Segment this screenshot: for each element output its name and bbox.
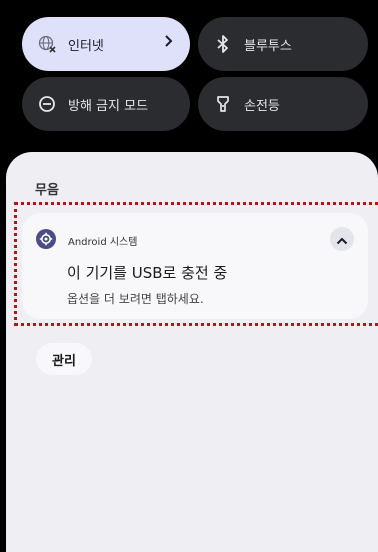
highlight-box	[14, 202, 378, 326]
globe-icon	[36, 33, 58, 55]
chevron-right-icon	[164, 34, 174, 52]
tile-flashlight-label: 손전등	[244, 98, 280, 114]
quick-settings-panel: 인터넷 블루투스 방해 금지 모드 손전등	[0, 0, 378, 160]
tile-internet[interactable]: 인터넷	[22, 17, 190, 71]
flashlight-icon	[212, 93, 234, 115]
tile-bluetooth[interactable]: 블루투스	[198, 17, 368, 71]
bluetooth-icon	[212, 33, 234, 55]
tile-flashlight[interactable]: 손전등	[198, 77, 368, 131]
tile-do-not-disturb[interactable]: 방해 금지 모드	[22, 77, 190, 131]
manage-button[interactable]: 관리	[36, 343, 92, 375]
tile-internet-label: 인터넷	[68, 38, 104, 54]
tile-dnd-label: 방해 금지 모드	[68, 98, 149, 114]
do-not-disturb-icon	[36, 93, 58, 115]
tile-bluetooth-label: 블루투스	[244, 38, 292, 54]
section-label-silent: 무음	[35, 183, 59, 198]
